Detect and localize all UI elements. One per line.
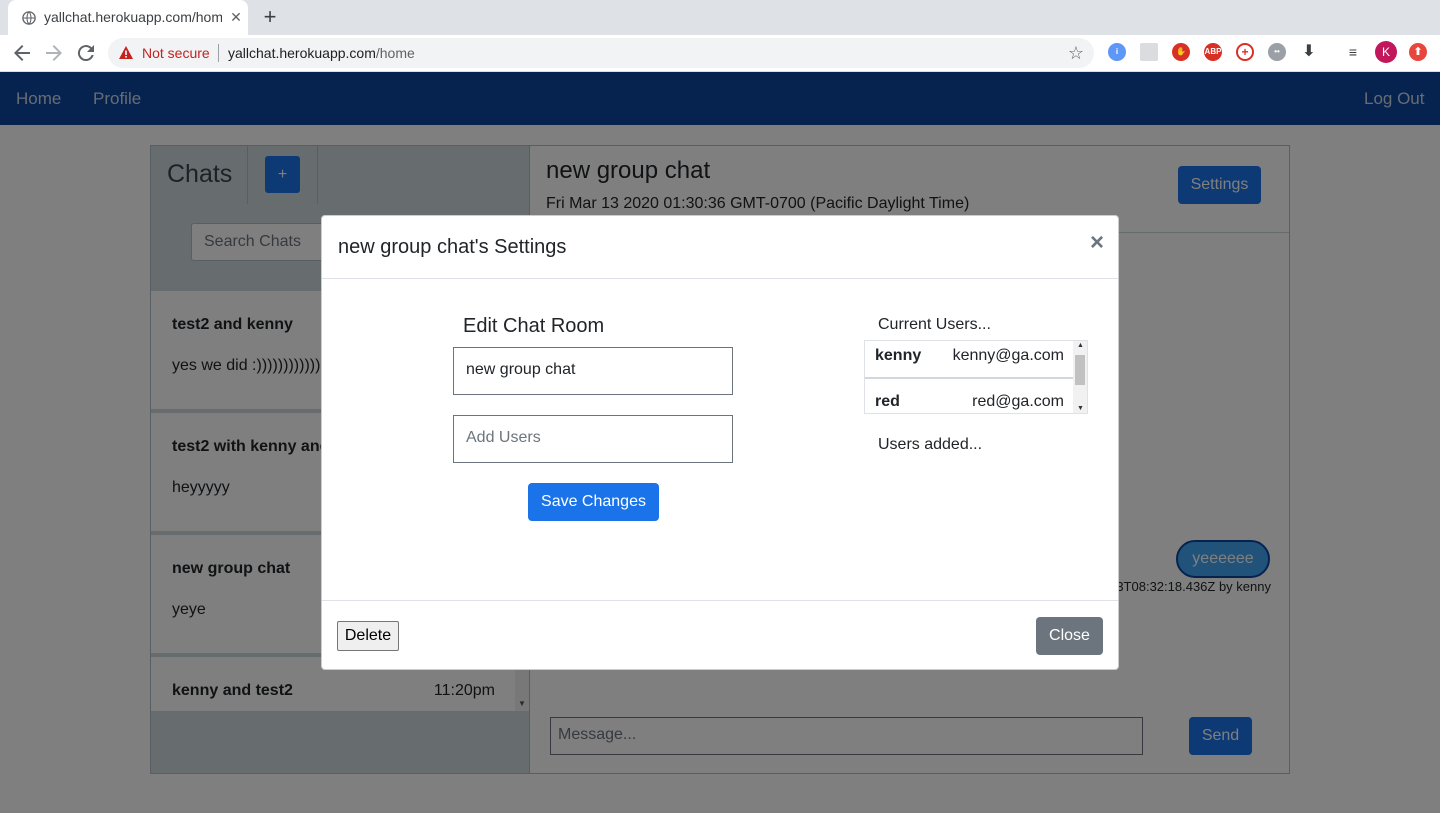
user-email: red@ga.com — [972, 393, 1064, 410]
modal-header: new group chat's Settings × — [322, 216, 1118, 279]
delete-button[interactable]: Delete — [337, 621, 399, 651]
page-icon[interactable] — [1140, 43, 1158, 61]
media-icon[interactable]: ≡ — [1344, 43, 1362, 61]
browser-toolbar: Not secure yallchat.herokuapp.com/home ☆… — [0, 35, 1440, 72]
save-changes-button[interactable]: Save Changes — [528, 483, 659, 521]
current-users-list: kenny kenny@ga.com red red@ga.com ▲ ▼ — [864, 340, 1088, 414]
upload-icon[interactable]: ⬆ — [1409, 43, 1427, 61]
adblock-icon[interactable]: ABP — [1204, 43, 1222, 61]
omnibox-divider — [218, 44, 219, 62]
profile-avatar[interactable]: K — [1375, 41, 1397, 63]
settings-modal: new group chat's Settings × Edit Chat Ro… — [321, 215, 1119, 670]
browser-tab[interactable]: yallchat.herokuapp.com/home ✕ — [8, 0, 248, 35]
medical-cross-icon[interactable]: + — [1236, 43, 1254, 61]
back-icon[interactable] — [10, 41, 34, 65]
users-list-scrollbar[interactable]: ▲ ▼ — [1073, 341, 1087, 413]
user-row: red red@ga.com — [865, 387, 1073, 413]
user-email: kenny@ga.com — [952, 347, 1064, 364]
download-icon[interactable]: ⬇ — [1300, 43, 1318, 61]
security-label[interactable]: Not secure — [142, 45, 210, 61]
bookmark-star-icon[interactable]: ☆ — [1066, 43, 1086, 63]
scroll-down-icon[interactable]: ▼ — [1077, 405, 1084, 412]
modal-title: new group chat's Settings — [338, 236, 567, 258]
current-users-label: Current Users... — [878, 316, 991, 333]
add-users-input[interactable]: Add Users — [453, 415, 733, 463]
reload-icon[interactable] — [74, 41, 98, 65]
scroll-up-icon[interactable]: ▲ — [1077, 342, 1084, 349]
user-row: kenny kenny@ga.com — [865, 341, 1073, 379]
user-name: red — [875, 393, 900, 410]
warning-icon — [119, 46, 133, 59]
hand-stop-icon[interactable]: ✋ — [1172, 43, 1190, 61]
url-text[interactable]: yallchat.herokuapp.com/home — [228, 45, 415, 61]
room-name-input[interactable]: new group chat — [453, 347, 733, 395]
scroll-thumb[interactable] — [1075, 355, 1085, 385]
onepassword-icon[interactable]: i — [1108, 43, 1126, 61]
address-bar[interactable]: Not secure yallchat.herokuapp.com/home ☆ — [108, 38, 1094, 68]
users-added-label: Users added... — [878, 436, 983, 453]
edit-chat-room-heading: Edit Chat Room — [463, 315, 605, 337]
close-icon[interactable]: × — [1086, 230, 1108, 256]
new-tab-icon[interactable]: + — [258, 5, 282, 29]
discord-icon[interactable]: •• — [1268, 43, 1286, 61]
tab-title: yallchat.herokuapp.com/home — [44, 9, 222, 25]
globe-icon — [22, 11, 36, 25]
close-button[interactable]: Close — [1036, 617, 1103, 655]
tab-close-icon[interactable]: ✕ — [226, 7, 246, 27]
forward-icon[interactable] — [42, 41, 66, 65]
browser-tabstrip: yallchat.herokuapp.com/home ✕ + — [0, 0, 1440, 35]
user-name: kenny — [875, 347, 922, 364]
modal-footer: Delete Close — [322, 600, 1118, 669]
